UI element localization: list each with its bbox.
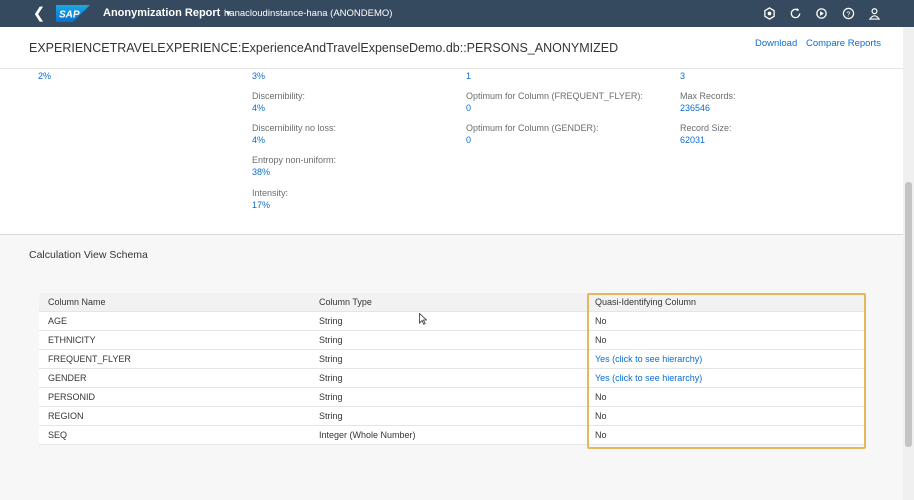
table-row: AGE String No [39, 312, 866, 331]
stat-max-records: Max Records: 236546 [680, 91, 736, 115]
column-name: SEQ [48, 430, 68, 440]
column-type: Integer (Whole Number) [319, 430, 416, 440]
table-row: REGION String No [39, 407, 866, 426]
table-row: PERSONID String No [39, 388, 866, 407]
stat-value: 62031 [680, 135, 706, 145]
stat-label: Optimum for Column (GENDER): [466, 123, 599, 133]
schema-table: Column Name Column Type Quasi-Identifyin… [39, 293, 866, 445]
svg-text:?: ? [846, 9, 850, 18]
stat-value: 3 [680, 71, 686, 81]
column-type: String [319, 411, 343, 421]
compare-reports-link[interactable]: Compare Reports [806, 38, 881, 49]
page-title: EXPERIENCETRAVELEXPERIENCE:ExperienceAnd… [29, 41, 619, 55]
user-icon[interactable] [866, 5, 883, 22]
stat-entropy-non-uniform: Entropy non-uniform: 38% [252, 155, 336, 179]
quasi-value: No [595, 392, 607, 402]
refresh-icon[interactable] [787, 5, 804, 22]
column-name: REGION [48, 411, 84, 421]
table-row: GENDER String Yes (click to see hierarch… [39, 369, 866, 388]
stat-optimum-gender: Optimum for Column (GENDER): 0 [466, 123, 599, 147]
download-link[interactable]: Download [755, 38, 797, 49]
instance-label: hanacloudinstance-hana (ANONDEMO) [224, 8, 393, 19]
svg-text:SAP: SAP [59, 10, 80, 21]
stat-optimum-frequent-flyer: Optimum for Column (FREQUENT_FLYER): 0 [466, 91, 643, 115]
column-name: AGE [48, 316, 68, 326]
stat-value: 17% [252, 200, 271, 210]
stat-value: 3% [252, 71, 266, 81]
stat-item: 3 [680, 71, 685, 83]
stat-intensity: Intensity: 17% [252, 188, 288, 212]
stat-record-size: Record Size: 62031 [680, 123, 732, 147]
stat-discernibility: Discernibility: 4% [252, 91, 305, 115]
quasi-value: No [595, 411, 607, 421]
column-name: ETHNICITY [48, 335, 96, 345]
stat-label: Entropy non-uniform: [252, 155, 337, 165]
notifications-icon[interactable] [813, 5, 830, 22]
table-row: ETHNICITY String No [39, 331, 866, 350]
mouse-pointer-icon [419, 313, 427, 325]
app-title-menu[interactable]: Anonymization Report ▼ [103, 0, 232, 27]
column-type: String [319, 354, 343, 364]
stat-item: 3% [252, 71, 265, 83]
quasi-value: No [595, 430, 607, 440]
stat-value: 0 [466, 135, 472, 145]
quasi-value: No [595, 316, 607, 326]
stat-value: 2% [38, 71, 52, 81]
column-type: String [319, 335, 343, 345]
vertical-scrollbar[interactable] [903, 27, 914, 500]
column-header-type: Column Type [319, 297, 372, 307]
back-icon[interactable]: ❮ [30, 4, 48, 23]
sap-logo: SAP [56, 5, 90, 22]
stat-label: Discernibility no loss: [252, 123, 337, 133]
section-title: Calculation View Schema [29, 249, 148, 261]
stat-value: 1 [466, 71, 472, 81]
column-name: GENDER [48, 373, 87, 383]
stat-value: 236546 [680, 103, 711, 113]
stat-item: 2% [38, 71, 51, 83]
scrollbar-thumb[interactable] [905, 182, 912, 447]
stat-value: 0 [466, 103, 472, 113]
app-title: Anonymization Report [103, 7, 221, 19]
stat-label: Record Size: [680, 123, 732, 133]
column-name: FREQUENT_FLYER [48, 354, 131, 364]
hierarchy-link-gender[interactable]: Yes (click to see hierarchy) [595, 369, 702, 388]
column-name: PERSONID [48, 392, 96, 402]
stat-label: Intensity: [252, 188, 289, 198]
column-header-quasi: Quasi-Identifying Column [595, 297, 697, 307]
stat-item: 1 [466, 71, 471, 83]
help-icon[interactable]: ? [840, 5, 857, 22]
table-header-row: Column Name Column Type Quasi-Identifyin… [39, 293, 866, 312]
column-type: String [319, 392, 343, 402]
object-header: EXPERIENCETRAVELEXPERIENCE:ExperienceAnd… [0, 27, 903, 69]
stat-value: 4% [252, 103, 266, 113]
hierarchy-link-frequent-flyer[interactable]: Yes (click to see hierarchy) [595, 350, 702, 369]
quasi-value: No [595, 335, 607, 345]
column-type: String [319, 373, 343, 383]
stat-label: Discernibility: [252, 91, 306, 101]
stat-value: 38% [252, 167, 271, 177]
table-row: SEQ Integer (Whole Number) No [39, 426, 866, 445]
stat-label: Optimum for Column (FREQUENT_FLYER): [466, 91, 643, 101]
column-header-name: Column Name [48, 297, 106, 307]
stat-label: Max Records: [680, 91, 736, 101]
stat-value: 4% [252, 135, 266, 145]
table-row: FREQUENT_FLYER String Yes (click to see … [39, 350, 866, 369]
column-type: String [319, 316, 343, 326]
stat-discernibility-no-loss: Discernibility no loss: 4% [252, 123, 336, 147]
settings-icon[interactable] [761, 5, 778, 22]
shell-bar: ❮ SAP Anonymization Report ▼ hanacloudins… [0, 0, 914, 27]
statistics-panel: 2% 3% Discernibility: 4% Discernibility … [0, 69, 903, 235]
